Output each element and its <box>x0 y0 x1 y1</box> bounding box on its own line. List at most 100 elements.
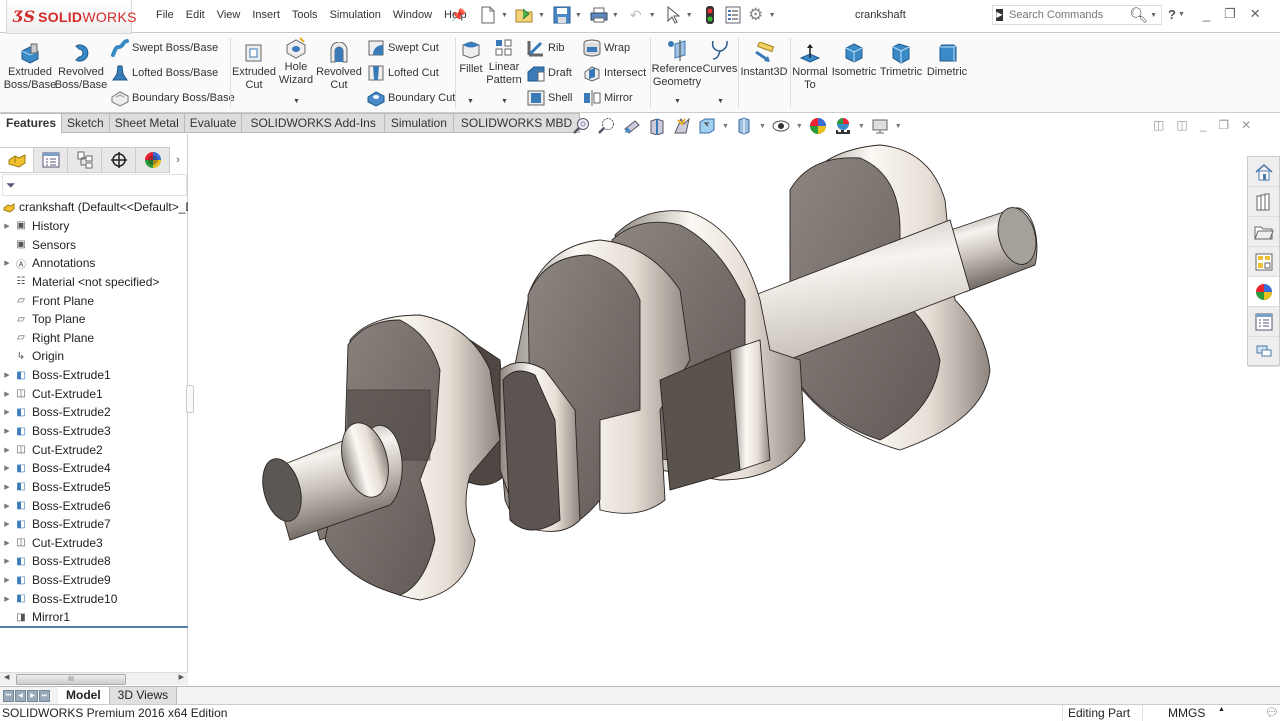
help-icon[interactable]: ? <box>1168 7 1176 22</box>
split-right-icon[interactable]: ◫ <box>1176 118 1187 132</box>
crankshaft-model[interactable] <box>189 134 1247 686</box>
display-style-dropdown-icon[interactable]: ▼ <box>759 123 766 130</box>
menu-insert[interactable]: Insert <box>246 9 286 21</box>
scroll-left-icon[interactable]: ◀ <box>4 673 9 681</box>
restore-button[interactable]: ❐ <box>1224 6 1236 22</box>
shell-button[interactable]: Shell <box>527 89 572 107</box>
section-view-icon[interactable] <box>647 116 667 136</box>
swept-cut-button[interactable]: Swept Cut <box>367 39 439 57</box>
tab-solidworks-mbd[interactable]: SOLIDWORKS MBD <box>453 113 581 133</box>
expand-arrow-icon[interactable]: ▶ <box>0 539 14 547</box>
search-commands[interactable]: ▶ 🔍︎ ▼ <box>992 5 1162 25</box>
tree-item-boss-extrude2[interactable]: ▶ ◧ Boss-Extrude2 <box>0 403 188 422</box>
tree-item-mirror1[interactable]: ◨ Mirror1 <box>0 608 188 627</box>
display-style-icon[interactable] <box>734 116 754 136</box>
tab-simulation[interactable]: Simulation <box>384 113 454 133</box>
tree-item-history[interactable]: ▶ ▣ History <box>0 217 188 236</box>
print-icon[interactable] <box>589 5 609 25</box>
boundary-boss-base-button[interactable]: Boundary Boss/Base <box>111 89 235 107</box>
search-icon[interactable]: 🔍︎ <box>1129 6 1148 24</box>
unit-system[interactable]: MMGS <box>1168 706 1205 720</box>
tree-item-boss-extrude6[interactable]: ▶ ◧ Boss-Extrude6 <box>0 496 188 515</box>
intersect-button[interactable]: Intersect <box>583 64 646 82</box>
viewport-restore-button[interactable]: ❐ <box>1218 118 1229 132</box>
search-scope-icon[interactable]: ▶ <box>996 9 1004 21</box>
custom-properties-tab[interactable] <box>1248 307 1279 337</box>
curves-button[interactable]: Curves <box>703 39 737 76</box>
tree-item-cut-extrude3[interactable]: ▶ ◫ Cut-Extrude3 <box>0 534 188 553</box>
solidworks-logo[interactable]: ƷS SOLIDWORKS <box>6 0 136 34</box>
instant3d-button[interactable]: Instant3D <box>740 42 788 79</box>
expand-arrow-icon[interactable]: ▶ <box>0 483 14 491</box>
pin-menu-icon[interactable]: 📌 <box>451 8 466 22</box>
tab-sketch[interactable]: Sketch <box>62 113 110 133</box>
undo-dropdown-icon[interactable]: ▼ <box>649 12 656 19</box>
view-orientation-icon[interactable] <box>697 116 717 136</box>
view-palette-tab[interactable] <box>1248 247 1279 277</box>
swept-boss-base-button[interactable]: Swept Boss/Base <box>111 39 218 57</box>
new-dropdown-icon[interactable]: ▼ <box>501 12 508 19</box>
trimetric-button[interactable]: Trimetric <box>878 42 924 79</box>
tree-item-top-plane[interactable]: ▱ Top Plane <box>0 310 188 329</box>
tree-item-boss-extrude5[interactable]: ▶ ◧ Boss-Extrude5 <box>0 478 188 497</box>
help-dropdown-icon[interactable]: ▼ <box>1178 11 1185 18</box>
tree-item-front-plane[interactable]: ▱ Front Plane <box>0 291 188 310</box>
new-document-icon[interactable] <box>478 5 498 25</box>
menu-view[interactable]: View <box>211 9 247 21</box>
propertymanager-tab[interactable] <box>34 147 68 173</box>
scroll-right-icon[interactable]: ▶ <box>179 673 184 681</box>
rib-button[interactable]: Rib <box>527 39 565 57</box>
reference-geometry-dropdown-icon[interactable]: ▼ <box>674 98 681 105</box>
viewport-minimize-button[interactable]: _ <box>1200 118 1207 132</box>
dynamic-annotation-views-icon[interactable] <box>672 116 692 136</box>
view-orientation-dropdown-icon[interactable]: ▼ <box>722 123 729 130</box>
save-dropdown-icon[interactable]: ▼ <box>575 12 582 19</box>
file-explorer-tab[interactable] <box>1248 217 1279 247</box>
isometric-button[interactable]: Isometric <box>830 42 878 79</box>
tree-item-material-not-specified[interactable]: ☷ Material <not specified> <box>0 273 188 292</box>
expand-arrow-icon[interactable]: ▶ <box>0 408 14 416</box>
rollback-bar[interactable] <box>0 626 188 628</box>
tab-model[interactable]: Model <box>58 686 110 705</box>
tree-item-right-plane[interactable]: ▱ Right Plane <box>0 328 188 347</box>
options-gear-icon[interactable]: ⚙ <box>746 5 766 25</box>
menu-tools[interactable]: Tools <box>286 9 324 21</box>
zoom-to-fit-icon[interactable] <box>572 116 592 136</box>
tab-features[interactable]: Features <box>0 113 63 133</box>
expand-arrow-icon[interactable]: ▶ <box>0 222 14 230</box>
reference-geometry-button[interactable]: Reference Geometry <box>652 39 702 89</box>
displaymanager-tab[interactable] <box>136 147 170 173</box>
search-dropdown-icon[interactable]: ▼ <box>1150 12 1157 19</box>
undo-icon[interactable]: ↶ <box>626 5 646 25</box>
more-tabs-chevron-icon[interactable]: › <box>170 147 186 173</box>
select-dropdown-icon[interactable]: ▼ <box>686 12 693 19</box>
menu-file[interactable]: File <box>150 9 180 21</box>
tree-item-cut-extrude2[interactable]: ▶ ◫ Cut-Extrude2 <box>0 440 188 459</box>
hole-wizard-dropdown-icon[interactable]: ▼ <box>293 98 300 105</box>
expand-arrow-icon[interactable]: ▶ <box>0 446 14 454</box>
linear-pattern-dropdown-icon[interactable]: ▼ <box>501 98 508 105</box>
expand-arrow-icon[interactable]: ▶ <box>0 557 14 565</box>
configurationmanager-tab[interactable] <box>68 147 102 173</box>
expand-arrow-icon[interactable]: ▶ <box>0 576 14 584</box>
expand-arrow-icon[interactable]: ▶ <box>0 390 14 398</box>
expand-arrow-icon[interactable]: ▶ <box>0 464 14 472</box>
file-properties-icon[interactable] <box>723 5 743 25</box>
viewport-close-button[interactable]: ✕ <box>1241 118 1251 132</box>
tree-item-annotations[interactable]: ▶ Ⓐ Annotations <box>0 254 188 273</box>
tree-item-sensors[interactable]: ▣ Sensors <box>0 235 188 254</box>
solidworks-resources-tab[interactable] <box>1248 157 1279 187</box>
expand-arrow-icon[interactable]: ▶ <box>0 502 14 510</box>
zoom-to-area-icon[interactable] <box>597 116 617 136</box>
normal-to-button[interactable]: Normal To <box>790 42 830 92</box>
mirror-button[interactable]: Mirror <box>583 89 633 107</box>
lofted-boss-base-button[interactable]: Lofted Boss/Base <box>111 64 218 82</box>
apply-scene-dropdown-icon[interactable]: ▼ <box>858 123 865 130</box>
horizontal-scrollbar[interactable]: ◀ III ▶ <box>0 672 188 685</box>
feature-tree-filter[interactable]: ⏷ <box>2 174 187 196</box>
extruded-boss-base-button[interactable]: Extruded Boss/Base <box>4 42 56 92</box>
next-tab-icon[interactable]: ▶ <box>27 689 38 702</box>
dimxpertmanager-tab[interactable] <box>102 147 136 173</box>
expand-arrow-icon[interactable]: ▶ <box>0 371 14 379</box>
tree-item-boss-extrude8[interactable]: ▶ ◧ Boss-Extrude8 <box>0 552 188 571</box>
